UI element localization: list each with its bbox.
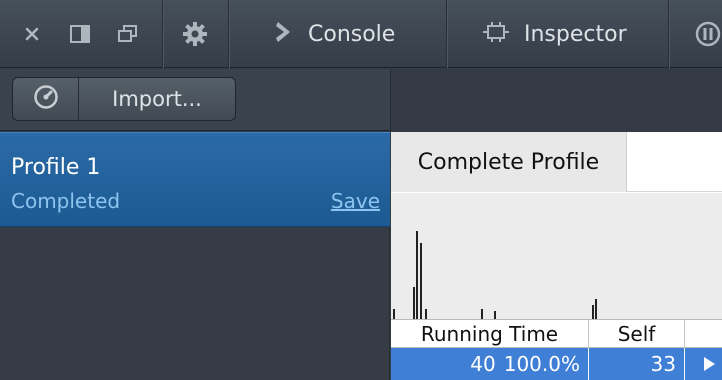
timeline-spike	[416, 231, 418, 319]
profile-toolbar-right	[390, 69, 722, 131]
profile-controls: Import...	[12, 77, 236, 121]
pause-icon[interactable]	[694, 0, 722, 68]
timeline-spike	[494, 311, 496, 319]
import-button[interactable]: Import...	[79, 78, 235, 120]
timeline-spike	[592, 305, 594, 319]
profiles-sidebar: Profile 1 Completed Save	[0, 132, 390, 380]
timeline-spike	[420, 243, 422, 319]
running-time-percent: 100.0%	[503, 352, 580, 376]
save-link[interactable]: Save	[331, 189, 380, 213]
tab-console[interactable]: Console	[274, 0, 395, 68]
timeline-spike	[481, 309, 483, 319]
timeline-spike	[595, 299, 597, 319]
running-time-cell: 40 100.0%	[391, 348, 589, 380]
data-grid-header: Running Time Self	[391, 319, 722, 348]
column-running-time[interactable]: Running Time	[391, 320, 589, 348]
profile-timeline[interactable]	[391, 193, 722, 319]
chevron-right-icon	[274, 20, 294, 48]
settings-gear-icon[interactable]	[170, 0, 220, 68]
toolbar-divider	[228, 0, 229, 68]
profile-status: Completed	[11, 189, 121, 213]
toolbar-divider	[446, 0, 447, 68]
close-icon[interactable]	[14, 0, 50, 68]
tab-console-label: Console	[308, 21, 396, 47]
tab-inspector[interactable]: Inspector	[482, 0, 627, 68]
inspector-icon	[482, 21, 510, 47]
profile-list-item[interactable]: Profile 1 Completed Save	[0, 132, 390, 227]
complete-profile-tab[interactable]: Complete Profile	[391, 132, 627, 192]
dock-side-icon[interactable]	[62, 0, 98, 68]
profile-view: Complete Profile Running Time Self 40 10…	[391, 132, 722, 380]
profile-view-header: Complete Profile	[391, 132, 722, 192]
tab-inspector-label: Inspector	[524, 21, 627, 47]
timeline-spike	[425, 309, 427, 319]
devtools-toolbar: Console Inspector	[0, 0, 722, 68]
column-self[interactable]: Self	[589, 320, 685, 348]
profiler-gauge-icon	[33, 84, 59, 114]
profiles-toolbar: Import...	[0, 69, 722, 131]
toolbar-divider	[668, 0, 669, 68]
timeline-spike	[413, 287, 415, 319]
self-cell: 33	[589, 348, 685, 380]
expand-arrow-icon[interactable]	[696, 348, 722, 380]
running-time-value: 40	[470, 352, 496, 376]
profile-name: Profile 1	[11, 155, 101, 180]
toolbar-divider	[162, 0, 163, 68]
timeline-spike	[393, 309, 395, 319]
profiler-gauge-button[interactable]	[13, 78, 79, 120]
undock-window-icon[interactable]	[110, 0, 146, 68]
table-row[interactable]: 40 100.0% 33	[391, 348, 722, 380]
